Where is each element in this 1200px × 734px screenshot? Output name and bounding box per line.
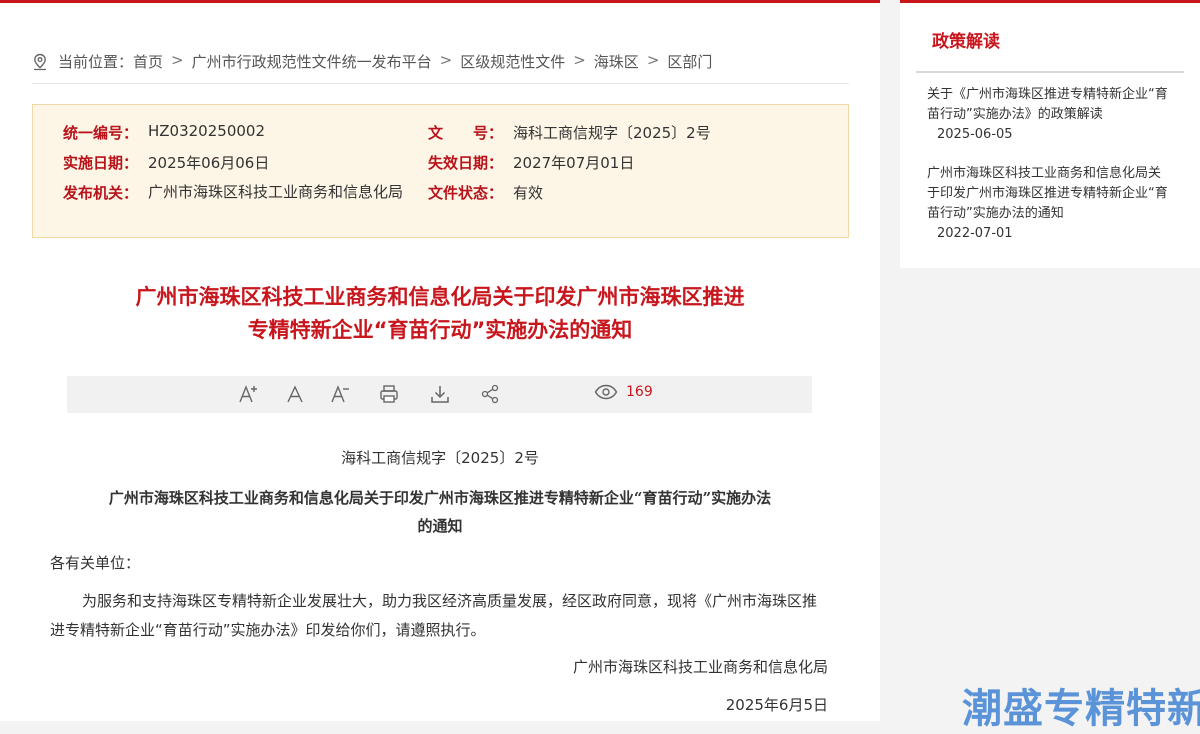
code-value: HZ0320250002 <box>148 122 265 140</box>
font-decrease-button[interactable] <box>329 382 353 406</box>
sidebar-divider <box>916 71 1184 73</box>
view-count: 169 <box>594 384 653 400</box>
breadcrumb: 当前位置： 首页 > 广州市行政规范性文件统一发布平台 > 区级规范性文件 > … <box>32 51 849 84</box>
share-button[interactable] <box>478 382 502 406</box>
start-date-label: 实施日期： <box>63 154 139 172</box>
sidebar-item-title: 广州市海珠区科技工业商务和信息化局关于印发广州市海珠区推进专精特新企业“育苗行动… <box>927 166 1168 221</box>
main-content: 当前位置： 首页 > 广州市行政规范性文件统一发布平台 > 区级规范性文件 > … <box>0 0 880 721</box>
status-label: 文件状态： <box>428 184 504 202</box>
sidebar-heading: 政策解读 <box>932 32 1000 52</box>
sidebar-item-date: 2025-06-05 <box>937 127 1013 142</box>
font-reset-button[interactable] <box>283 382 307 406</box>
issuer-label: 发布机关： <box>63 184 139 202</box>
font-increase-button[interactable] <box>237 382 261 406</box>
subtitle-line-2: 的通知 <box>417 517 463 535</box>
location-pin-icon <box>34 53 46 71</box>
document-meta-panel: 统一编号： HZ0320250002 文 号： 海科工商信规字〔2025〕2号 … <box>32 104 849 238</box>
font-reset-icon <box>287 385 303 403</box>
breadcrumb-departments[interactable]: 区部门 <box>667 51 712 72</box>
download-icon <box>431 386 449 403</box>
title-line-2: 专精特新企业“育苗行动”实施办法的通知 <box>247 318 633 342</box>
breadcrumb-prefix: 当前位置： <box>58 53 134 71</box>
document-number: 海科工商信规字〔2025〕2号 <box>341 449 539 467</box>
print-button[interactable] <box>377 382 401 406</box>
breadcrumb-haizhu[interactable]: 海珠区 <box>594 51 639 72</box>
font-decrease-icon <box>331 385 349 403</box>
breadcrumb-separator: > <box>439 51 453 69</box>
eye-icon <box>594 384 618 400</box>
greeting: 各有关单位： <box>50 554 141 572</box>
docno-label: 文 号： <box>428 124 504 142</box>
body-paragraph: 为服务和支持海珠区专精特新企业发展壮大，助力我区经济高质量发展，经区政府同意，现… <box>50 592 818 639</box>
watermark: 潮盛专精特新 <box>962 686 1200 732</box>
breadcrumb-separator: > <box>573 51 586 69</box>
breadcrumb-district-docs[interactable]: 区级规范性文件 <box>460 51 565 72</box>
start-date-value: 2025年06月06日 <box>148 154 270 172</box>
end-date-label: 失效日期： <box>428 154 504 172</box>
font-increase-icon <box>239 385 257 403</box>
status-value: 有效 <box>513 184 544 202</box>
issue-date: 2025年6月5日 <box>725 696 828 714</box>
sidebar-item-notice[interactable]: 广州市海珠区科技工业商务和信息化局关于印发广州市海珠区推进专精特新企业“育苗行动… <box>927 164 1172 244</box>
end-date-value: 2027年07月01日 <box>513 154 635 172</box>
page-title: 广州市海珠区科技工业商务和信息化局关于印发广州市海珠区推进 专精特新企业“育苗行… <box>60 281 820 347</box>
download-button[interactable] <box>428 382 452 406</box>
print-icon <box>380 385 398 403</box>
view-count-value: 169 <box>626 384 653 400</box>
docno-value: 海科工商信规字〔2025〕2号 <box>513 124 711 142</box>
article-toolbar: 169 <box>67 376 812 413</box>
share-icon <box>481 384 499 404</box>
breadcrumb-separator: > <box>171 51 184 69</box>
breadcrumb-separator: > <box>646 51 660 69</box>
issuer-value: 广州市海珠区科技工业商务和信息化局 <box>148 183 404 201</box>
policy-interpretation-sidebar: 政策解读 关于《广州市海珠区推进专精特新企业“育苗行动”实施办法》的政策解读 2… <box>900 0 1200 268</box>
code-label: 统一编号： <box>63 124 139 142</box>
document-subtitle: 广州市海珠区科技工业商务和信息化局关于印发广州市海珠区推进专精特新企业“育苗行动… <box>50 484 830 540</box>
sidebar-item-interpretation[interactable]: 关于《广州市海珠区推进专精特新企业“育苗行动”实施办法》的政策解读 2025-0… <box>927 85 1172 145</box>
title-line-1: 广州市海珠区科技工业商务和信息化局关于印发广州市海珠区推进 <box>135 285 745 309</box>
sidebar-item-title: 关于《广州市海珠区推进专精特新企业“育苗行动”实施办法》的政策解读 <box>927 87 1168 122</box>
signature: 广州市海珠区科技工业商务和信息化局 <box>572 658 828 676</box>
breadcrumb-platform[interactable]: 广州市行政规范性文件统一发布平台 <box>192 51 432 72</box>
subtitle-line-1: 广州市海珠区科技工业商务和信息化局关于印发广州市海珠区推进专精特新企业“育苗行动… <box>108 489 772 507</box>
sidebar-item-date: 2022-07-01 <box>937 226 1013 241</box>
breadcrumb-home[interactable]: 首页 <box>133 51 163 72</box>
